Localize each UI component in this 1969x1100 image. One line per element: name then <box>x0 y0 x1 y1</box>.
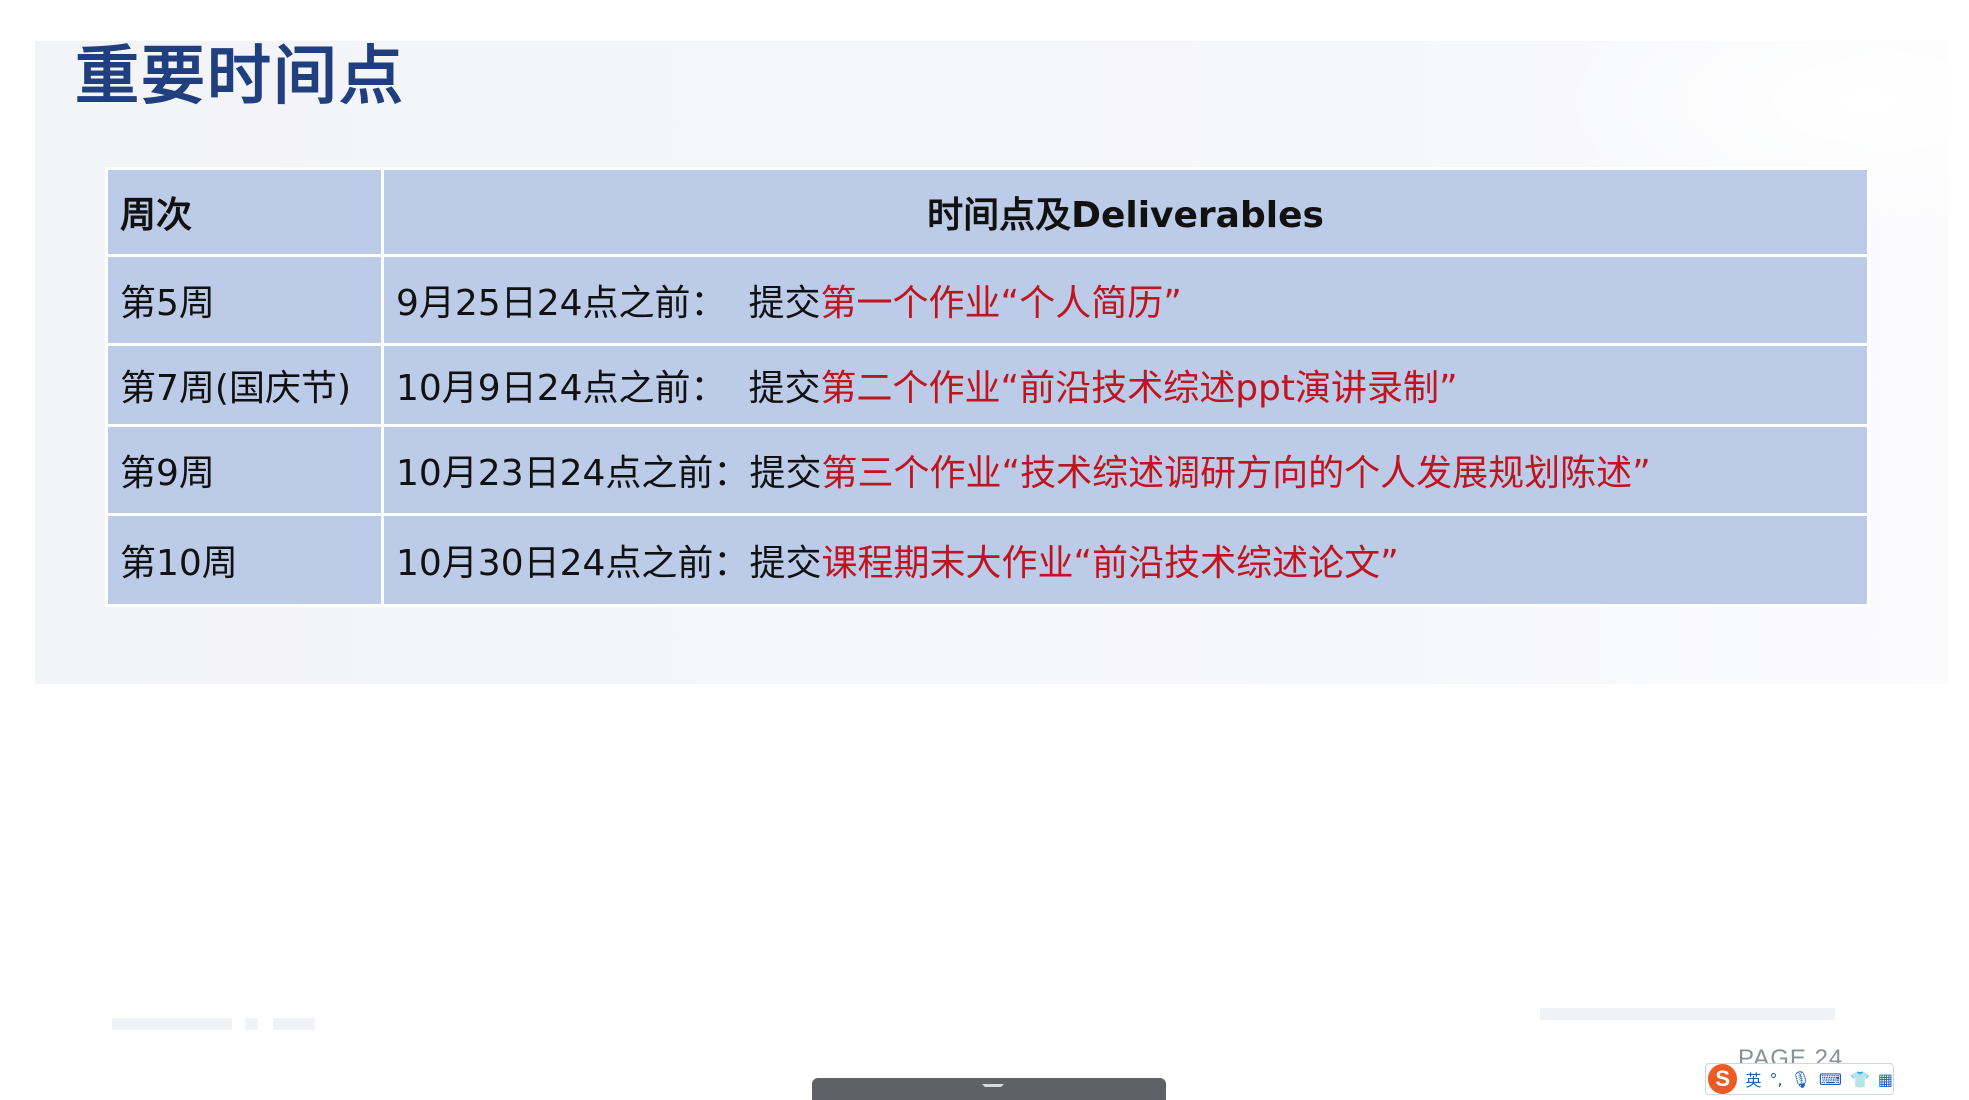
deliverable-text: 第一个作业“个人简历” <box>820 283 1182 324</box>
deliverable-text: 第三个作业“技术综述调研方向的个人发展规划陈述” <box>821 453 1651 494</box>
date-text: 10月30日24点之前： <box>396 543 750 584</box>
week-cell: 第10周 <box>105 513 384 607</box>
action-text: 提交 <box>748 283 821 324</box>
punctuation-icon[interactable]: °, <box>1769 1070 1782 1089</box>
footer-decoration <box>112 1018 232 1030</box>
header-deliverables: 时间点及Deliverables <box>381 167 1870 257</box>
date-text: 10月23日24点之前： <box>396 453 750 494</box>
presentation-control-bar[interactable] <box>812 1078 1166 1100</box>
action-text: 提交 <box>749 543 822 584</box>
week-cell: 第5周 <box>105 254 384 346</box>
ime-toolbar[interactable]: S 英 °, 🎙 ⌨ 👕 ▦ <box>1705 1063 1894 1095</box>
date-text: 9月25日24点之前： <box>396 283 727 324</box>
skin-icon[interactable]: 👕 <box>1850 1070 1870 1089</box>
keyboard-icon[interactable]: ⌨ <box>1819 1070 1842 1089</box>
deliverable-cell: 10月23日24点之前：提交第三个作业“技术综述调研方向的个人发展规划陈述” <box>381 424 1870 516</box>
sogou-logo-icon[interactable]: S <box>1708 1064 1738 1094</box>
footer-decoration <box>245 1018 257 1030</box>
ime-mode-toggle[interactable]: 英 <box>1745 1067 1761 1091</box>
date-text: 10月9日24点之前： <box>396 368 727 409</box>
expand-chevron-icon[interactable] <box>982 1084 1004 1093</box>
footer-decoration <box>273 1018 315 1030</box>
week-cell: 第7周(国庆节) <box>105 343 384 427</box>
action-text: 提交 <box>748 368 821 409</box>
table-header-row: 周次 时间点及Deliverables <box>105 167 1870 257</box>
week-cell: 第9周 <box>105 424 384 516</box>
microphone-icon[interactable]: 🎙 <box>1791 1070 1811 1089</box>
table-row: 第9周 10月23日24点之前：提交第三个作业“技术综述调研方向的个人发展规划陈… <box>105 424 1870 516</box>
table-row: 第10周 10月30日24点之前：提交课程期末大作业“前沿技术综述论文” <box>105 513 1870 607</box>
footer-decoration <box>1540 1008 1835 1020</box>
deliverable-cell: 10月9日24点之前： 提交第二个作业“前沿技术综述ppt演讲录制” <box>381 343 1870 427</box>
slide-title: 重要时间点 <box>75 40 405 114</box>
timeline-table: 周次 时间点及Deliverables 第5周 9月25日24点之前： 提交第一个… <box>105 167 1870 607</box>
header-week: 周次 <box>105 167 384 257</box>
deliverable-text: 课程期末大作业“前沿技术综述论文” <box>821 543 1399 584</box>
table-row: 第5周 9月25日24点之前： 提交第一个作业“个人简历” <box>105 254 1870 346</box>
deliverable-cell: 10月30日24点之前：提交课程期末大作业“前沿技术综述论文” <box>381 513 1870 607</box>
deliverable-text: 第二个作业“前沿技术综述ppt演讲录制” <box>820 368 1458 409</box>
action-text: 提交 <box>749 453 822 494</box>
deliverable-cell: 9月25日24点之前： 提交第一个作业“个人简历” <box>381 254 1870 346</box>
table-row: 第7周(国庆节) 10月9日24点之前： 提交第二个作业“前沿技术综述ppt演讲录… <box>105 343 1870 427</box>
grid-icon[interactable]: ▦ <box>1878 1070 1893 1089</box>
